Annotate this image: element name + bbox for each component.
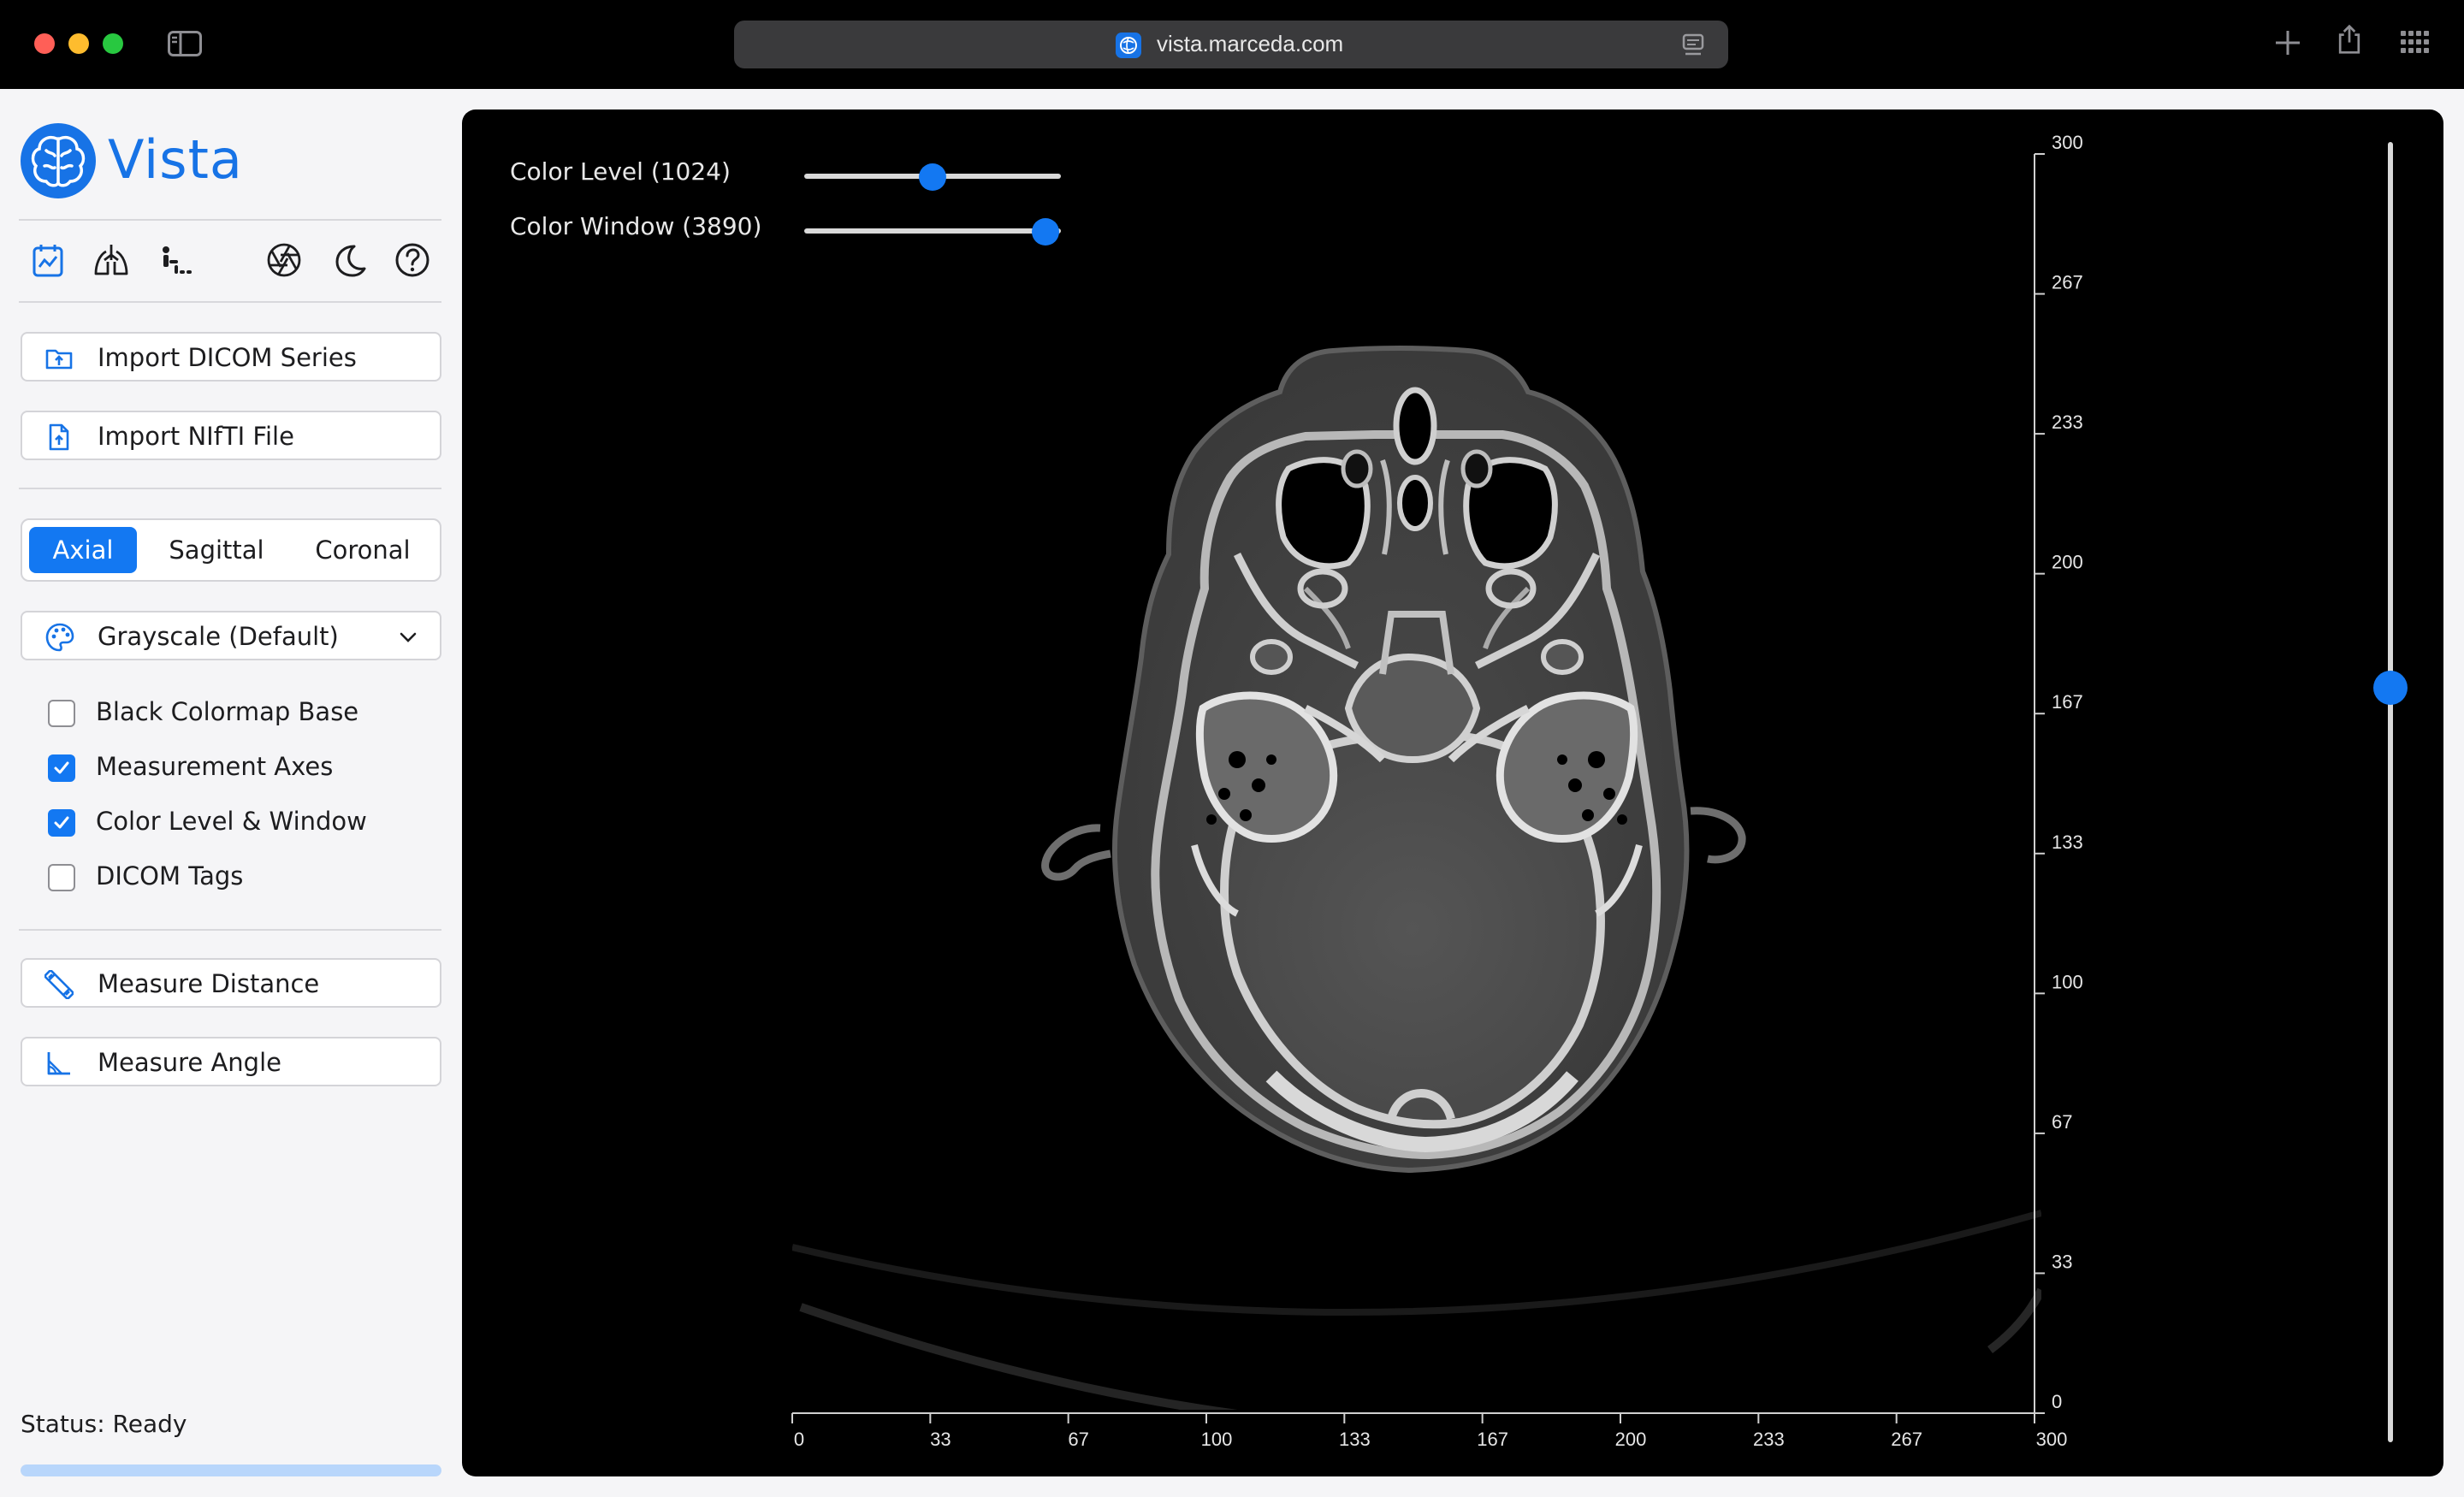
y-tick-label: 33 — [2052, 1251, 2072, 1272]
x-tick-label: 267 — [1891, 1429, 1922, 1450]
progress-fill — [21, 1464, 441, 1476]
measure-distance-button[interactable]: Measure Distance — [21, 958, 441, 1008]
progress-bar — [21, 1464, 441, 1476]
x-tick-label: 100 — [1201, 1429, 1233, 1450]
close-window-button[interactable] — [34, 33, 55, 54]
measure-angle-label: Measure Angle — [98, 1048, 281, 1077]
brain-logo-icon — [21, 123, 96, 198]
tab-axial[interactable]: Axial — [29, 527, 137, 573]
view-plane-selector: Axial Sagittal Coronal — [21, 518, 441, 582]
x-tick-label: 200 — [1615, 1429, 1647, 1450]
colormap-select[interactable]: Grayscale (Default) — [21, 611, 441, 660]
tab-coronal[interactable]: Coronal — [296, 527, 429, 573]
y-tick-label: 233 — [2052, 411, 2083, 433]
file-upload-icon — [49, 423, 69, 451]
y-tick-label: 0 — [2052, 1391, 2062, 1412]
slider-track — [2388, 142, 2393, 1442]
x-tick-label: 233 — [1753, 1429, 1785, 1450]
divider — [19, 219, 441, 221]
moon-icon[interactable] — [330, 241, 368, 279]
folder-upload-icon — [45, 349, 73, 370]
address-bar[interactable]: vista.marceda.com — [734, 21, 1728, 68]
color-level-window-label: Color Level & Window — [96, 807, 367, 836]
reader-mode-icon[interactable] — [1682, 33, 1704, 58]
zoom-window-button[interactable] — [103, 33, 123, 54]
measurement-axes-checkbox[interactable] — [48, 754, 75, 782]
import-dicom-label: Import DICOM Series — [98, 343, 357, 372]
x-tick-label: 167 — [1477, 1429, 1508, 1450]
chart-icon[interactable] — [29, 241, 67, 279]
y-tick-label: 200 — [2052, 552, 2083, 573]
slider-thumb[interactable] — [2373, 671, 2408, 706]
angle-icon — [47, 1052, 70, 1075]
import-nifti-label: Import NIfTI File — [98, 422, 294, 451]
lungs-icon[interactable] — [92, 241, 130, 279]
checkmark-icon — [54, 816, 69, 829]
x-tick-label: 0 — [794, 1429, 804, 1450]
browser-toolbar: vista.marceda.com — [0, 0, 2464, 89]
checkmark-icon — [54, 761, 69, 774]
x-tick-label: 33 — [930, 1429, 951, 1450]
colormap-value: Grayscale (Default) — [98, 622, 339, 651]
help-icon[interactable] — [394, 241, 431, 279]
site-favicon-icon — [1116, 33, 1141, 58]
x-tick-label: 133 — [1339, 1429, 1371, 1450]
y-tick-label: 133 — [2052, 831, 2083, 853]
measure-distance-label: Measure Distance — [98, 969, 320, 998]
import-dicom-button[interactable]: Import DICOM Series — [21, 332, 441, 382]
y-tick-label: 267 — [2052, 272, 2083, 293]
ruler-cross-icon — [44, 970, 74, 999]
slice-slider[interactable] — [2373, 142, 2408, 1442]
dicom-tags-label: DICOM Tags — [96, 861, 244, 891]
tab-sagittal[interactable]: Sagittal — [152, 527, 281, 573]
import-nifti-button[interactable]: Import NIfTI File — [21, 411, 441, 460]
status-text: Status: Ready — [21, 1410, 187, 1438]
chevron-down-icon — [400, 632, 417, 642]
divider — [19, 301, 441, 303]
black-colormap-base-checkbox[interactable] — [48, 700, 75, 727]
minimize-window-button[interactable] — [68, 33, 89, 54]
app-window: Vista Import DICOM Series Import NIfTI F… — [0, 89, 2464, 1497]
app-brand-name: Vista — [108, 128, 243, 191]
sidebar-toggle-icon[interactable] — [168, 31, 202, 56]
black-colormap-base-label: Black Colormap Base — [96, 697, 359, 726]
measurement-axes: 0 33 67 100 133 167 200 233 267 300 0 33 67 100 133 167… — [791, 132, 2083, 1450]
divider — [19, 488, 441, 489]
y-tick-label: 167 — [2052, 691, 2083, 713]
aperture-icon[interactable] — [265, 241, 303, 279]
tab-overview-icon[interactable] — [2399, 27, 2430, 58]
measure-angle-button[interactable]: Measure Angle — [21, 1037, 441, 1086]
divider — [19, 929, 441, 931]
y-tick-label: 67 — [2052, 1111, 2072, 1133]
sidebar: Vista Import DICOM Series Import NIfTI F… — [0, 89, 462, 1497]
y-tick-label: 300 — [2052, 132, 2083, 153]
y-tick-label: 100 — [2052, 971, 2083, 992]
measurement-axes-label: Measurement Axes — [96, 752, 334, 781]
x-tick-label: 300 — [2036, 1429, 2068, 1450]
palette-icon — [45, 623, 74, 652]
skeleton-icon[interactable] — [157, 241, 195, 279]
image-viewer[interactable]: Color Level (1024) Color Window (3890) 0… — [462, 109, 2443, 1476]
new-tab-icon[interactable] — [2272, 27, 2303, 58]
url-text: vista.marceda.com — [1157, 31, 1344, 56]
share-icon[interactable] — [2334, 24, 2365, 55]
x-tick-label: 67 — [1068, 1429, 1088, 1450]
color-level-window-checkbox[interactable] — [48, 809, 75, 837]
dicom-tags-checkbox[interactable] — [48, 864, 75, 891]
